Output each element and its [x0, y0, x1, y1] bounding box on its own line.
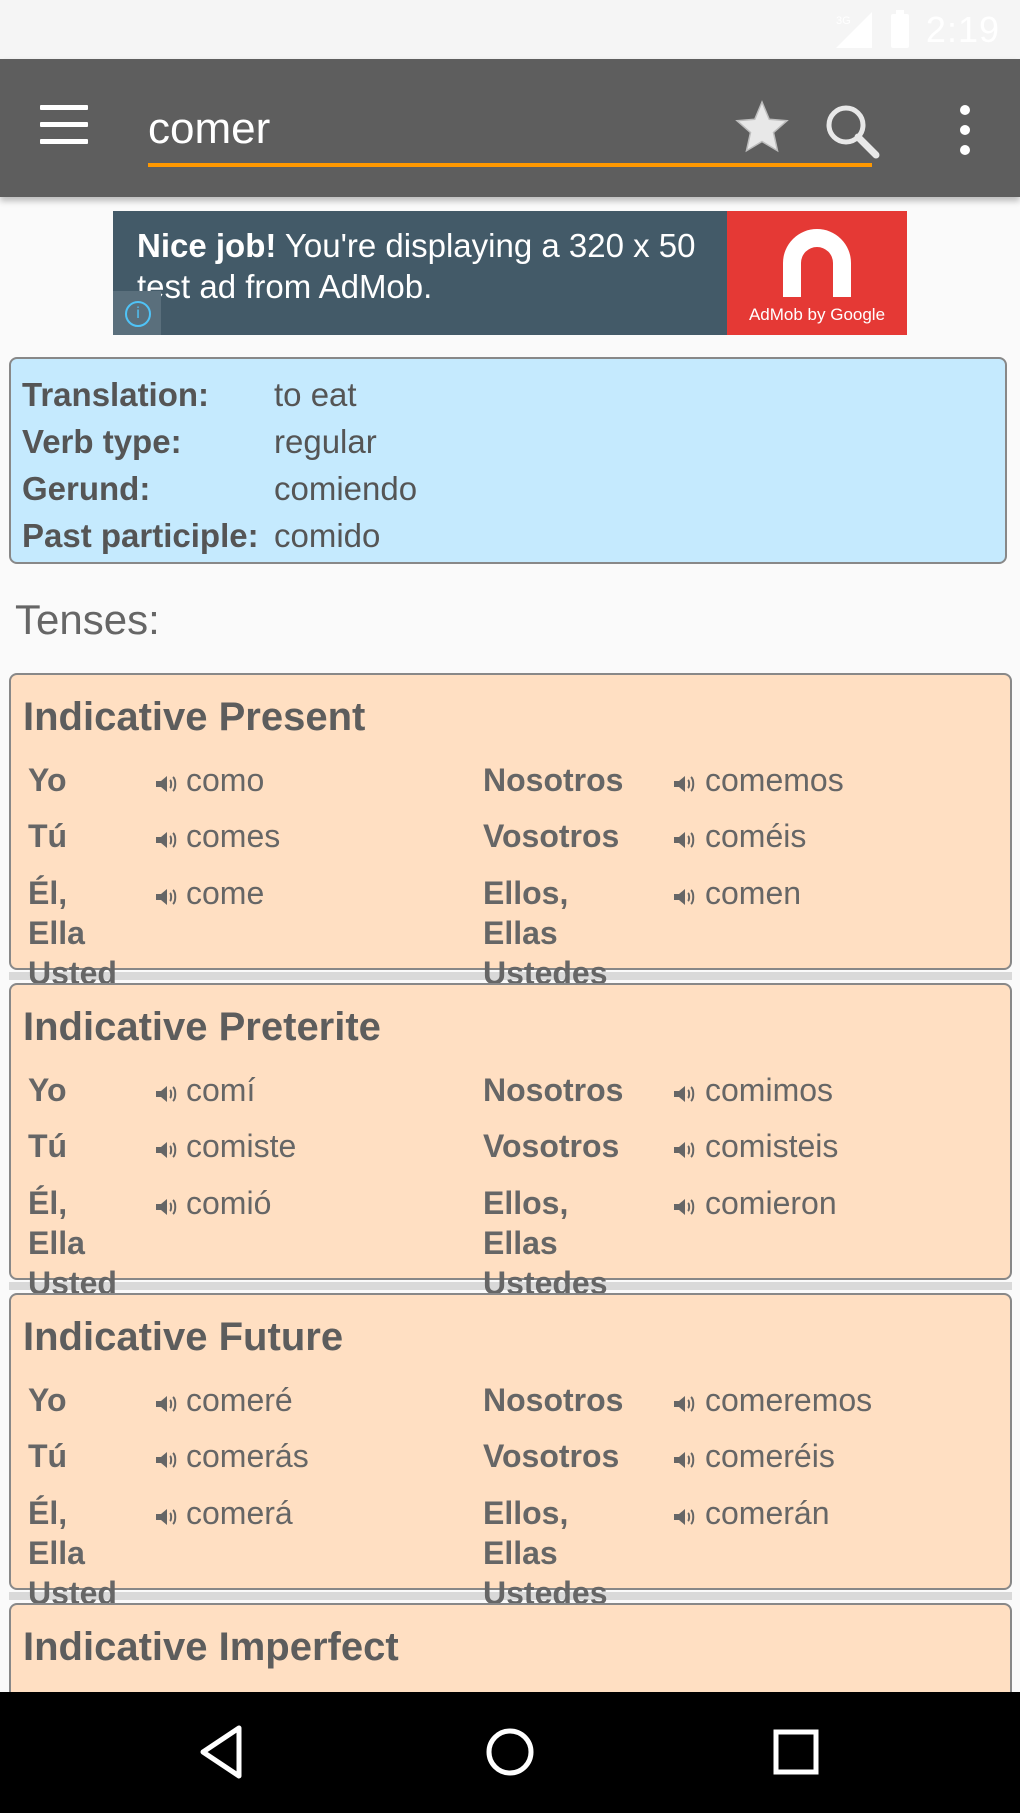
verb-form-yo: comeré [186, 1382, 293, 1418]
verb-form-vosotros: coméis [705, 818, 807, 854]
speaker-icon[interactable] [154, 1499, 178, 1525]
speaker-icon[interactable] [672, 879, 696, 905]
signal-icon: 3G [835, 12, 872, 48]
speaker-icon[interactable] [672, 1499, 696, 1525]
pronoun-el: Él, Ella Usted [28, 1185, 117, 1301]
tense-title: Indicative Preterite [23, 1005, 381, 1049]
status-icons: 3G 2:19 [834, 8, 1000, 52]
admob-logo-text: AdMob by Google [748, 305, 886, 324]
pronoun-ellos: Ellos, Ellas Ustedes [483, 1495, 608, 1611]
verb-form-el: comerá [186, 1495, 293, 1531]
verb-form-vosotros: comeréis [705, 1438, 835, 1474]
verb-form-el: come [186, 875, 265, 911]
more-vert-icon[interactable] [950, 105, 980, 155]
speaker-icon[interactable] [672, 766, 696, 792]
pronoun-tu: Tú [28, 818, 68, 854]
speaker-icon[interactable] [672, 822, 696, 848]
tense-card: Indicative Present Yo como Tú comes Él, Ella U… [9, 673, 1012, 991]
speaker-icon[interactable] [154, 1386, 178, 1412]
speaker-icon[interactable] [672, 1076, 696, 1102]
pronoun-vosotros: Vosotros [483, 1438, 620, 1474]
verb-form-nosotros: comimos [705, 1072, 834, 1108]
speaker-icon[interactable] [154, 1132, 178, 1158]
admob-logo-icon [783, 229, 851, 297]
home-icon[interactable] [478, 1722, 542, 1782]
pronoun-nosotros: Nosotros [483, 1382, 624, 1418]
ad-banner[interactable]: Nice job! You're displaying a 320 x 50 t… [113, 211, 907, 335]
pronoun-tu: Tú [28, 1128, 68, 1164]
speaker-icon[interactable] [154, 822, 178, 848]
tenses-heading: Tenses: [15, 596, 160, 643]
verb-form-yo: comí [186, 1072, 256, 1108]
speaker-icon[interactable] [154, 1076, 178, 1102]
star-icon[interactable] [732, 97, 792, 157]
svg-text:3G: 3G [836, 15, 851, 27]
speaker-icon[interactable] [672, 1442, 696, 1468]
clock: 2:19 [925, 9, 1000, 50]
pronoun-yo: Yo [28, 1382, 67, 1418]
speaker-icon[interactable] [672, 1386, 696, 1412]
pronoun-yo: Yo [28, 1072, 67, 1108]
verb-form-ellos: comieron [705, 1185, 837, 1221]
verb-form-nosotros: comeremos [705, 1382, 873, 1418]
recents-icon[interactable] [764, 1722, 828, 1782]
pronoun-el: Él, Ella Usted [28, 1495, 117, 1611]
pronoun-yo: Yo [28, 762, 67, 798]
info-row-past-participle: Past participle: comido [22, 516, 381, 554]
verb-form-tu: comerás [186, 1438, 309, 1474]
speaker-icon[interactable] [154, 1442, 178, 1468]
verb-form-nosotros: comemos [705, 762, 844, 798]
speaker-icon[interactable] [154, 1189, 178, 1215]
tense-title: Indicative Future [23, 1315, 344, 1359]
speaker-icon[interactable] [154, 766, 178, 792]
search-icon[interactable] [820, 99, 884, 163]
pronoun-ellos: Ellos, Ellas Ustedes [483, 1185, 608, 1301]
speaker-icon[interactable] [672, 1189, 696, 1215]
pronoun-vosotros: Vosotros [483, 1128, 620, 1164]
pronoun-el: Él, Ella Usted [28, 875, 117, 991]
admob-logo: AdMob by Google [727, 211, 907, 335]
tense-title: Indicative Imperfect [23, 1625, 399, 1669]
status-bar: 3G 2:19 [0, 0, 1020, 59]
app-toolbar [0, 59, 1020, 197]
tense-card: Indicative Preterite Yo comí Tú comiste Él, E… [9, 983, 1012, 1301]
verb-form-yo: como [186, 762, 265, 798]
battery-icon [890, 10, 909, 48]
speaker-icon[interactable] [672, 1132, 696, 1158]
menu-icon[interactable] [40, 105, 92, 145]
verb-form-el: comió [186, 1185, 272, 1221]
pronoun-vosotros: Vosotros [483, 818, 620, 854]
verb-form-tu: comiste [186, 1128, 297, 1164]
verb-form-ellos: comerán [705, 1495, 830, 1531]
info-row-verb-type: Verb type: regular [22, 422, 377, 460]
tense-title: Indicative Present [23, 695, 366, 739]
verb-form-ellos: comen [705, 875, 802, 911]
verb-form-vosotros: comisteis [705, 1128, 839, 1164]
search-input[interactable] [148, 99, 708, 159]
navigation-bar [0, 1692, 1020, 1813]
ad-info-icon[interactable]: i [113, 291, 161, 335]
info-row-gerund: Gerund: comiendo [22, 469, 418, 507]
back-icon[interactable] [193, 1722, 257, 1782]
pronoun-nosotros: Nosotros [483, 1072, 624, 1108]
pronoun-tu: Tú [28, 1438, 68, 1474]
pronoun-nosotros: Nosotros [483, 762, 624, 798]
ad-text: Nice job! You're displaying a 320 x 50 t… [137, 227, 696, 305]
verb-info-box: Translation: to eat Verb type: regular G… [9, 357, 1007, 564]
pronoun-ellos: Ellos, Ellas Ustedes [483, 875, 608, 991]
speaker-icon[interactable] [154, 879, 178, 905]
info-row-translation: Translation: to eat [22, 375, 357, 413]
verb-form-tu: comes [186, 818, 281, 854]
tense-card: Indicative Future Yo comeré Tú comerás Él, El… [9, 1293, 1012, 1611]
